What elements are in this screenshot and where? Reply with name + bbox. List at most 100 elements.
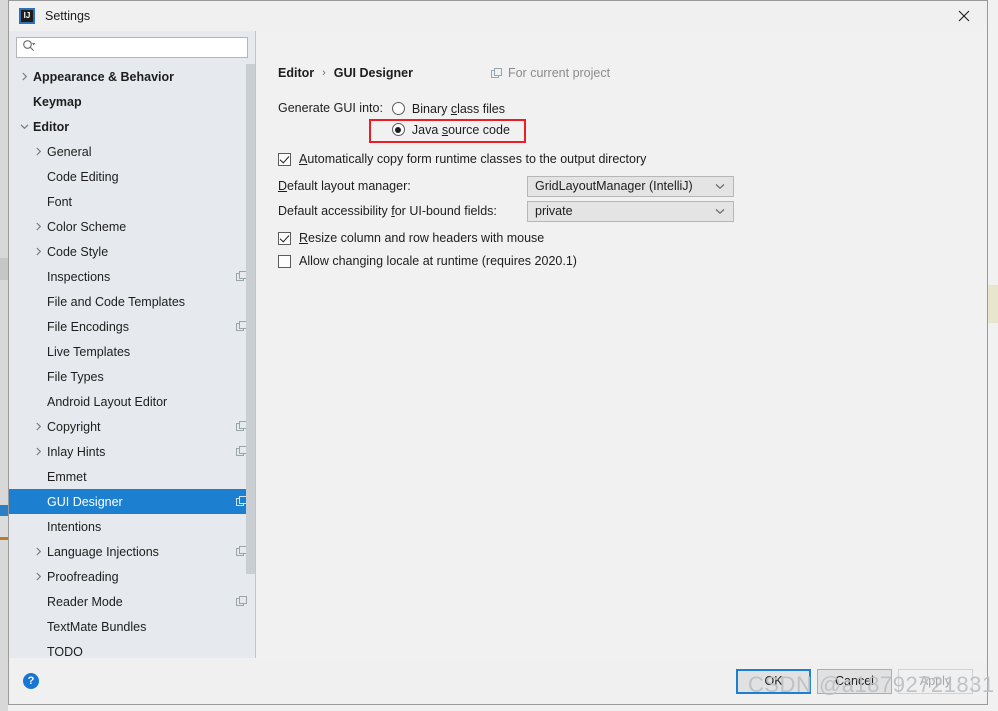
sidebar-item-label: Live Templates (47, 344, 131, 359)
chevron-right-icon[interactable] (31, 572, 45, 581)
sidebar-item-file-types[interactable]: File Types (9, 364, 255, 389)
apply-button-label: Apply (919, 674, 952, 688)
sidebar-item-label: Copyright (47, 419, 101, 434)
sidebar-item-inlay-hints[interactable]: Inlay Hints (9, 439, 255, 464)
sidebar-item-copyright[interactable]: Copyright (9, 414, 255, 439)
generate-gui-row: Generate GUI into: Binary class files Ja… (278, 100, 987, 143)
project-scope-label: For current project (490, 66, 611, 80)
auto-copy-runtime-checkbox[interactable] (278, 152, 291, 166)
sidebar-item-proofreading[interactable]: Proofreading (9, 564, 255, 589)
sidebar-item-reader-mode[interactable]: Reader Mode (9, 589, 255, 614)
chevron-right-icon[interactable] (17, 72, 31, 81)
ok-button[interactable]: OK (736, 668, 811, 694)
sidebar-item-label: Font (47, 194, 73, 209)
allow-locale-checkbox[interactable] (278, 254, 291, 268)
sidebar-item-live-templates[interactable]: Live Templates (9, 339, 255, 364)
chevron-right-icon[interactable] (31, 222, 45, 231)
layout-manager-value: GridLayoutManager (IntelliJ) (535, 179, 693, 193)
sidebar-item-color-scheme[interactable]: Color Scheme (9, 214, 255, 239)
breadcrumb: Editor › GUI Designer For current projec… (278, 64, 987, 82)
chevron-right-icon[interactable] (31, 147, 45, 156)
sidebar-item-android-layout-editor[interactable]: Android Layout Editor (9, 389, 255, 414)
chevron-right-icon[interactable] (31, 422, 45, 431)
cancel-button-label: Cancel (835, 674, 874, 688)
sidebar-item-file-encodings[interactable]: File Encodings (9, 314, 255, 339)
help-icon[interactable]: ? (23, 673, 39, 689)
generate-gui-radio-group: Binary class files Java source code (368, 100, 526, 143)
dialog-body: Appearance & Behavior Keymap Editor General… (9, 31, 987, 658)
chevron-down-icon[interactable] (17, 122, 31, 131)
sidebar-item-label: Inspections (47, 269, 111, 284)
search-box[interactable] (16, 37, 248, 58)
project-scope-text: For current project (507, 66, 611, 80)
sidebar-item-code-editing[interactable]: Code Editing (9, 164, 255, 189)
accessibility-value: private (535, 204, 573, 218)
sidebar-item-gui-designer[interactable]: GUI Designer (9, 489, 255, 514)
sidebar-item-editor[interactable]: Editor (9, 114, 255, 139)
sidebar-scrollbar-thumb[interactable] (246, 64, 255, 574)
sidebar-item-label: File Types (47, 369, 104, 384)
chevron-right-icon[interactable] (31, 247, 45, 256)
resize-headers-checkbox-row[interactable]: Resize column and row headers with mouse (278, 231, 987, 245)
radio-binary-class-files[interactable]: Binary class files (391, 100, 510, 117)
chevron-down-icon (715, 183, 725, 190)
help-icon-glyph: ? (27, 674, 35, 687)
settings-content: Editor › GUI Designer For current projec… (256, 31, 987, 658)
accessibility-select[interactable]: private (527, 200, 734, 222)
title-bar: Settings (9, 1, 987, 31)
search-icon (22, 39, 36, 56)
sidebar-item-label: Code Style (47, 244, 109, 259)
module-icon (236, 596, 247, 607)
chevron-right-icon[interactable] (31, 547, 45, 556)
resize-headers-label: Resize column and row headers with mouse (299, 231, 545, 245)
sidebar-item-file-and-code-templates[interactable]: File and Code Templates (9, 289, 255, 314)
radio-indicator-binary (391, 102, 405, 115)
resize-headers-checkbox[interactable] (278, 231, 291, 245)
search-input[interactable] (40, 39, 247, 56)
radio-java-source-code[interactable]: Java source code (391, 121, 510, 138)
sidebar-item-emmet[interactable]: Emmet (9, 464, 255, 489)
sidebar-item-code-style[interactable]: Code Style (9, 239, 255, 264)
sidebar-item-appearance-behavior[interactable]: Appearance & Behavior (9, 64, 255, 89)
sidebar-item-label: Code Editing (47, 169, 119, 184)
layout-manager-row: Default layout manager: GridLayoutManage… (278, 175, 987, 197)
sidebar-item-intentions[interactable]: Intentions (9, 514, 255, 539)
sidebar-item-language-injections[interactable]: Language Injections (9, 539, 255, 564)
layout-manager-label: Default layout manager: (278, 179, 411, 193)
sidebar-item-general[interactable]: General (9, 139, 255, 164)
background-tab-artifact-upper (0, 258, 8, 280)
sidebar-item-label: Reader Mode (47, 594, 123, 609)
chevron-right-icon[interactable] (31, 447, 45, 456)
background-window-left (0, 0, 8, 711)
sidebar-item-label: Emmet (47, 469, 87, 484)
sidebar-item-font[interactable]: Font (9, 189, 255, 214)
sidebar-item-label: TextMate Bundles (47, 619, 147, 634)
intellij-logo-icon (19, 8, 35, 24)
radio-indicator-java-source (391, 123, 405, 136)
radio-label-java-source: Java source code (411, 122, 510, 137)
radio-label-binary: Binary class files (411, 101, 506, 116)
generate-gui-label: Generate GUI into: (278, 101, 383, 115)
sidebar-item-keymap[interactable]: Keymap (9, 89, 255, 114)
allow-locale-checkbox-row[interactable]: Allow changing locale at runtime (requir… (278, 254, 987, 268)
sidebar-item-label: File and Code Templates (47, 294, 186, 309)
cancel-button[interactable]: Cancel (817, 668, 892, 694)
background-window-right (988, 0, 998, 711)
search-container (9, 31, 255, 64)
settings-tree: Appearance & Behavior Keymap Editor General… (9, 64, 255, 658)
accessibility-row: Default accessibility for UI-bound field… (278, 200, 987, 222)
sidebar-item-label: Language Injections (47, 544, 159, 559)
close-icon[interactable] (941, 1, 987, 31)
sidebar-item-label: Proofreading (47, 569, 119, 584)
allow-locale-label: Allow changing locale at runtime (requir… (299, 254, 577, 268)
sidebar-item-label: GUI Designer (47, 494, 123, 509)
layout-manager-select[interactable]: GridLayoutManager (IntelliJ) (527, 175, 734, 197)
auto-copy-runtime-checkbox-row[interactable]: Automatically copy form runtime classes … (278, 152, 987, 166)
sidebar-item-label: TODO (47, 644, 83, 659)
sidebar-item-todo[interactable]: TODO (9, 639, 255, 659)
breadcrumb-current: GUI Designer (333, 66, 413, 80)
sidebar-item-label: General (47, 144, 92, 159)
sidebar-item-inspections[interactable]: Inspections (9, 264, 255, 289)
sidebar-item-textmate-bundles[interactable]: TextMate Bundles (9, 614, 255, 639)
breadcrumb-parent[interactable]: Editor (278, 66, 314, 80)
